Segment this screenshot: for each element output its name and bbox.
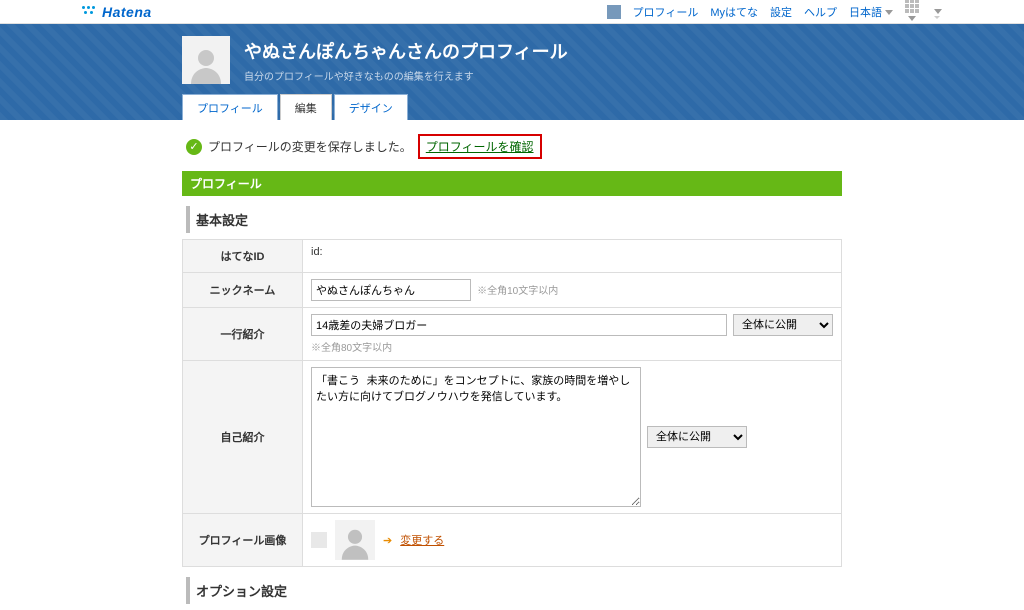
chevron-down-icon [908,16,916,21]
profile-form-table: はてなID id: ニックネーム ※全角10文字以内 一行紹介 全体に公開 [182,239,842,567]
label-oneline: 一行紹介 [183,308,303,361]
page-title: やぬさんぽんちゃんさんのプロフィール [244,38,568,64]
hatena-logo-dots-icon [82,6,98,18]
apps-grid-icon [905,0,919,13]
chevron-down-icon [885,10,893,15]
label-nickname: ニックネーム [183,273,303,308]
notice-message: プロフィールの変更を保存しました。 [208,138,412,155]
notifications-menu[interactable] [931,6,942,18]
profile-thumb-large [335,520,375,560]
topnav-help-link[interactable]: ヘルプ [804,4,837,20]
subheading-option: オプション設定 [186,577,842,604]
row-nickname: ニックネーム ※全角10文字以内 [183,273,842,308]
confirm-profile-link[interactable]: プロフィールを確認 [426,140,534,154]
subheading-basic: 基本設定 [186,206,842,233]
oneline-hint: ※全角80文字以内 [311,339,833,354]
tabs: プロフィール 編集 デザイン [182,94,842,120]
profile-avatar [182,36,230,84]
nickname-input[interactable] [311,279,471,301]
row-hatena-id: はてなID id: [183,240,842,273]
selfintro-visibility-select[interactable]: 全体に公開 [647,426,747,448]
label-profile-image: プロフィール画像 [183,514,303,567]
topnav-settings-link[interactable]: 設定 [770,4,792,20]
oneline-visibility-select[interactable]: 全体に公開 [733,314,833,336]
row-profile-image: プロフィール画像 ➔ 変更する [183,514,842,567]
user-icon [607,5,621,19]
row-selfintro: 自己紹介 全体に公開 [183,361,842,514]
avatar-silhouette-icon [340,526,370,560]
hatena-logo[interactable]: Hatena [82,4,152,20]
nickname-hint: ※全角10文字以内 [477,286,558,297]
selfintro-textarea[interactable] [311,367,641,507]
profile-thumb-small [311,532,327,548]
tab-design[interactable]: デザイン [334,94,408,120]
tab-edit[interactable]: 編集 [280,94,332,120]
confirm-profile-highlight: プロフィールを確認 [418,134,542,159]
check-circle-icon: ✓ [186,139,202,155]
page-subtitle: 自分のプロフィールや好きなものの編集を行えます [244,68,568,83]
row-oneline: 一行紹介 全体に公開 ※全角80文字以内 [183,308,842,361]
oneline-input[interactable] [311,314,727,336]
topnav-language-selector[interactable]: 日本語 [849,4,893,20]
apps-menu[interactable] [905,0,919,25]
change-image-link[interactable]: 変更する [400,532,444,548]
topnav-myhatena-link[interactable]: Myはてな [710,4,758,20]
avatar-silhouette-icon [189,46,223,84]
brand-text: Hatena [102,4,152,20]
arrow-right-icon: ➔ [383,534,392,547]
section-profile-bar: プロフィール [182,171,842,196]
label-hatena-id: はてなID [183,240,303,273]
topnav-profile-link[interactable]: プロフィール [633,4,699,20]
chevron-down-icon [934,9,942,14]
label-selfintro: 自己紹介 [183,361,303,514]
tab-profile[interactable]: プロフィール [182,94,278,120]
hatena-id-prefix: id: [311,246,323,258]
save-success-notice: ✓ プロフィールの変更を保存しました。 プロフィールを確認 [182,120,842,171]
